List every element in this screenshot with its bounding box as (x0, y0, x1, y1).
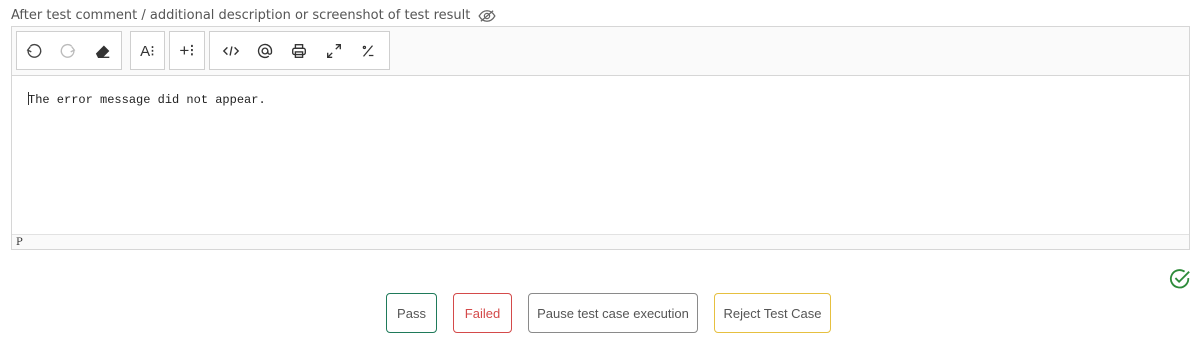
editor-text: The error message did not appear. (28, 93, 266, 107)
redo-icon[interactable] (51, 36, 85, 66)
percent-icon[interactable] (353, 36, 383, 66)
fullscreen-icon[interactable] (319, 36, 349, 66)
action-buttons: Pass Failed Pause test case execution Re… (0, 293, 1197, 333)
editor-toolbar: A⁝ +⁝ (12, 27, 1189, 76)
toolbar-group-history (16, 31, 122, 70)
field-label-text: After test comment / additional descript… (11, 8, 471, 23)
pause-execution-button[interactable]: Pause test case execution (528, 293, 698, 333)
eye-slash-icon[interactable] (478, 9, 496, 23)
editor-statusbar: P (12, 234, 1189, 249)
pass-button[interactable]: Pass (386, 293, 437, 333)
eraser-icon[interactable] (85, 36, 121, 66)
toolbar-group-format: A⁝ (130, 31, 165, 70)
text-format-icon[interactable]: A⁝ (133, 36, 163, 66)
check-circle-icon (1169, 268, 1191, 290)
print-icon[interactable] (284, 36, 314, 66)
failed-button[interactable]: Failed (453, 293, 512, 333)
editor-content[interactable]: The error message did not appear. (12, 76, 1189, 234)
reject-test-case-button[interactable]: Reject Test Case (714, 293, 831, 333)
toolbar-group-tools (209, 31, 390, 70)
element-path[interactable]: P (16, 237, 23, 248)
insert-icon[interactable]: +⁝ (172, 36, 202, 66)
toolbar-group-insert: +⁝ (169, 31, 205, 70)
field-label: After test comment / additional descript… (11, 8, 496, 23)
rich-text-editor: A⁝ +⁝ The error message did not appear. (11, 26, 1190, 250)
mention-icon[interactable] (250, 36, 280, 66)
undo-icon[interactable] (17, 36, 51, 66)
code-icon[interactable] (216, 36, 246, 66)
